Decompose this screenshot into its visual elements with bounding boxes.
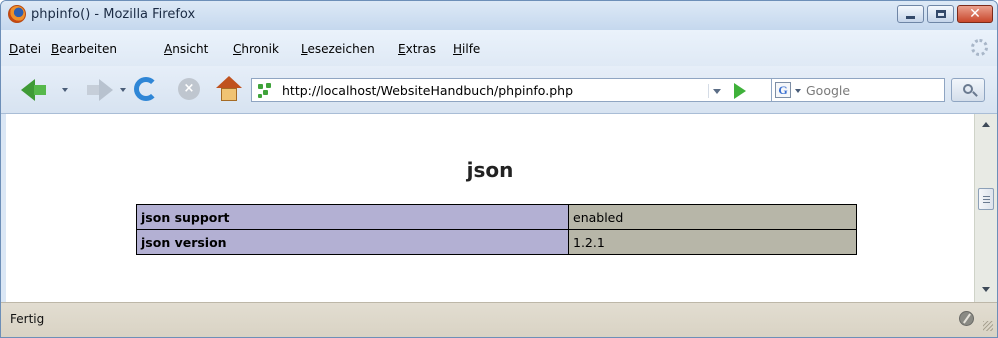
maximize-button[interactable] [927,5,954,23]
firefox-icon [8,5,26,23]
status-icon[interactable] [959,311,974,326]
navigation-toolbar: × http://localhost/WebsiteHandbuch/phpin… [1,66,997,114]
row-label: json version [136,229,569,255]
menu-bearbeiten-label: earbeiten [59,42,117,56]
menu-hilfe[interactable]: Hilfe [453,42,480,56]
menu-hilfe-mnemonic: H [453,42,463,56]
menu-bearbeiten[interactable]: Bearbeiten [51,42,117,56]
menu-extras-label: xtras [405,42,436,56]
maximize-icon [935,10,946,18]
google-icon[interactable]: G [775,82,791,98]
menu-datei-label: atei [18,42,42,56]
menu-lesezeichen-label: esezeichen [307,42,375,56]
title-bar: phpinfo() - Mozilla Firefox ✕ [1,1,997,30]
minimize-button[interactable] [897,5,924,23]
search-icon-handle [972,91,978,97]
back-icon[interactable] [21,79,35,101]
menu-ansicht-label: nsicht [172,42,209,56]
throbber-icon [971,39,988,56]
status-bar: Fertig [1,302,997,337]
search-input[interactable]: Google [806,83,850,98]
search-button[interactable] [951,78,985,102]
forward-arrow-tail[interactable] [87,85,99,95]
menu-bar: Datei Bearbeiten Ansicht Chronik Lesezei… [1,30,997,66]
back-arrow-tail[interactable] [34,85,46,95]
home-icon-body [221,88,237,101]
home-icon[interactable] [216,76,242,102]
stop-icon[interactable]: × [178,78,200,100]
scroll-thumb[interactable] [978,188,994,210]
row-value: enabled [568,204,857,230]
page-content: json json support enabled json version 1… [6,114,974,302]
scroll-up-icon[interactable] [982,122,990,127]
search-engine-dropdown[interactable] [795,89,801,93]
url-history-dropdown[interactable] [708,84,722,98]
menu-lesezeichen[interactable]: Lesezeichen [301,42,375,56]
forward-history-dropdown[interactable] [120,88,126,92]
menu-datei[interactable]: Datei [9,42,41,56]
forward-icon[interactable] [99,79,113,101]
close-button[interactable]: ✕ [957,5,993,23]
resize-grip[interactable] [983,321,993,331]
reload-icon[interactable] [134,77,158,101]
go-icon[interactable] [734,83,746,99]
menu-chronik[interactable]: Chronik [233,42,279,56]
site-icon [257,83,273,99]
home-icon-roof [216,76,242,88]
minimize-icon [906,15,915,19]
address-bar[interactable]: http://localhost/WebsiteHandbuch/phpinfo… [251,78,795,102]
vertical-scrollbar[interactable] [974,114,997,302]
status-text: Fertig [10,312,45,326]
search-bar[interactable]: G Google [771,78,945,102]
browser-window: phpinfo() - Mozilla Firefox ✕ Datei Bear… [0,0,998,338]
menu-bearbeiten-mnemonic: B [51,42,60,56]
menu-extras[interactable]: Extras [398,42,436,56]
info-table: json support enabled json version 1.2.1 [136,204,857,255]
row-value: 1.2.1 [568,229,857,255]
menu-extras-mnemonic: E [398,42,406,56]
page-title: json [466,158,514,182]
menu-datei-mnemonic: D [9,42,19,56]
menu-chronik-label: hronik [241,42,279,56]
menu-ansicht[interactable]: Ansicht [164,42,208,56]
close-icon: ✕ [969,6,981,22]
menu-hilfe-label: ilfe [462,42,481,56]
window-title: phpinfo() - Mozilla Firefox [31,7,196,22]
table-row: json support enabled [136,204,857,230]
menu-ansicht-mnemonic: A [164,42,173,56]
scroll-down-icon[interactable] [982,287,990,292]
back-history-dropdown[interactable] [62,88,68,92]
row-label: json support [136,204,569,230]
url-input[interactable]: http://localhost/WebsiteHandbuch/phpinfo… [282,83,573,98]
table-row: json version 1.2.1 [136,229,857,255]
